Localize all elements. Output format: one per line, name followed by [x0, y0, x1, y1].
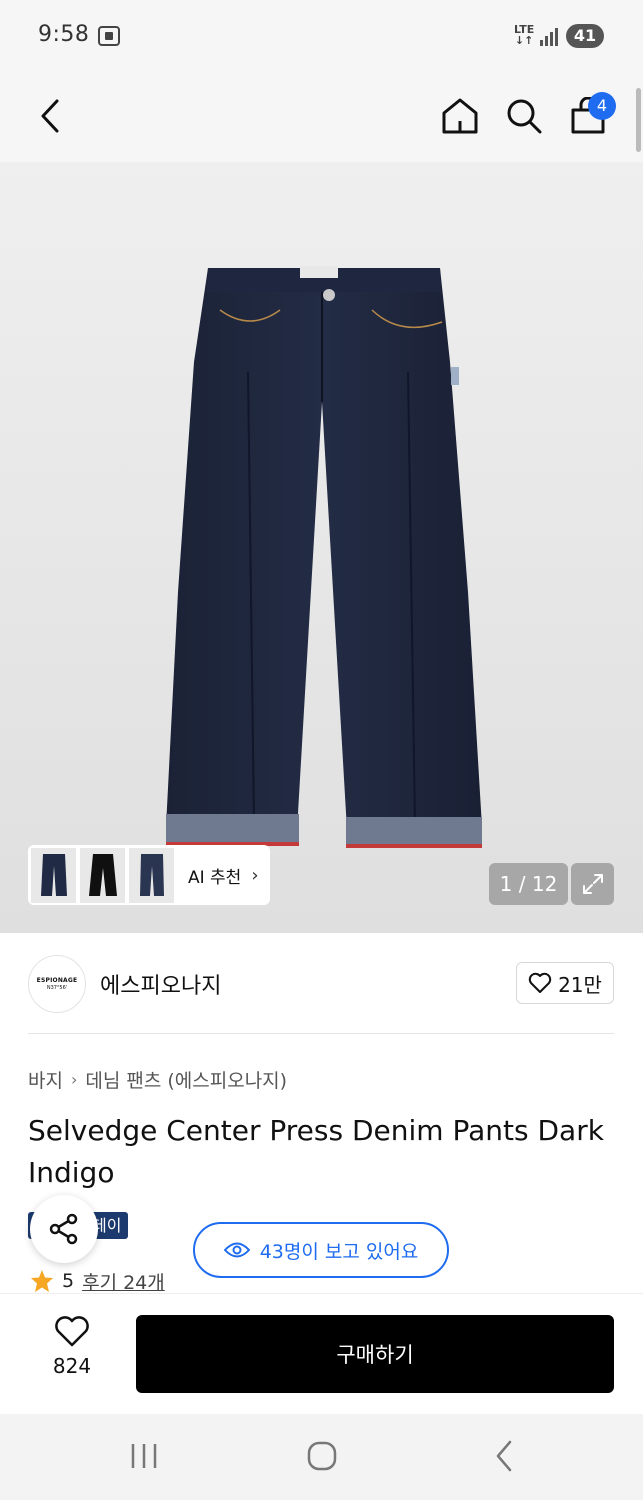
breadcrumb-subcategory[interactable]: 데님 팬츠 (에스피오나지)	[85, 1066, 287, 1093]
back-icon	[496, 1440, 512, 1472]
chevron-left-icon	[41, 99, 59, 133]
rating-score: 5	[62, 1270, 75, 1292]
heart-icon	[528, 972, 552, 993]
expand-icon	[582, 874, 603, 894]
ai-thumbnail[interactable]	[129, 847, 174, 903]
brand-logo-main-text: ESPIONAGE	[36, 977, 78, 984]
breadcrumb-category[interactable]: 바지	[28, 1066, 63, 1093]
home-system-button[interactable]	[300, 1436, 344, 1476]
heart-icon	[55, 1316, 89, 1347]
recent-apps-button[interactable]	[122, 1436, 166, 1476]
review-count-link[interactable]: 후기 24개	[82, 1268, 165, 1294]
back-system-button[interactable]	[482, 1436, 526, 1476]
chevron-right-icon: ›	[251, 864, 259, 886]
home-button[interactable]	[432, 88, 488, 144]
brand-logo-sub-text: N37°56'	[46, 985, 68, 991]
product-like-button[interactable]: 824	[36, 1316, 108, 1378]
system-navigation-bar	[0, 1414, 643, 1500]
brand-row: ESPIONAGE N37°56' 에스피오나지 21만	[28, 955, 614, 1013]
cart-button[interactable]: 4	[560, 88, 616, 144]
expand-image-button[interactable]	[571, 863, 614, 905]
search-button[interactable]	[496, 88, 552, 144]
ai-thumbnail[interactable]	[80, 847, 125, 903]
signal-icon	[540, 28, 560, 46]
top-navigation: 4	[0, 72, 643, 162]
pants-thumbnail-icon	[88, 854, 117, 896]
screenshot-indicator-icon	[98, 26, 120, 46]
pants-thumbnail-icon	[40, 854, 67, 896]
chevron-right-icon: ›	[70, 1070, 78, 1089]
product-image	[166, 266, 482, 848]
ai-thumbnail[interactable]	[31, 847, 76, 903]
network-indicator: LTE ↓↑	[514, 23, 535, 47]
ai-recommendation-card[interactable]: AI 추천 ›	[28, 845, 270, 905]
search-icon	[507, 99, 542, 134]
recent-apps-icon	[131, 1444, 157, 1468]
brand-name[interactable]: 에스피오나지	[100, 968, 221, 1000]
home-icon	[442, 98, 478, 134]
scrollbar[interactable]	[636, 88, 641, 152]
eye-icon	[223, 1242, 250, 1258]
buy-button[interactable]: 구매하기	[136, 1315, 614, 1393]
brand-like-button[interactable]: 21만	[516, 962, 614, 1004]
product-like-count: 824	[52, 1354, 92, 1378]
brand-logo[interactable]: ESPIONAGE N37°56'	[28, 955, 86, 1013]
ai-recommendation-label: AI 추천	[188, 867, 242, 888]
pants-thumbnail-icon	[139, 854, 164, 896]
status-bar: 9:58 LTE ↓↑ 41	[0, 0, 643, 72]
viewers-notice-pill: 43명이 보고 있어요	[193, 1222, 449, 1278]
viewers-text: 43명이 보고 있어요	[259, 1240, 419, 1263]
share-button[interactable]	[30, 1195, 98, 1263]
image-counter: 1 / 12	[489, 863, 568, 905]
status-time: 9:58	[38, 22, 90, 47]
rating-row[interactable]: 5 후기 24개	[30, 1268, 165, 1294]
share-icon	[49, 1213, 78, 1245]
product-title: Selvedge Center Press Denim Pants Dark I…	[28, 1114, 604, 1189]
divider	[28, 1033, 614, 1034]
brand-like-count: 21만	[558, 972, 602, 997]
product-image-gallery[interactable]: AI 추천 › 1 / 12	[0, 162, 643, 933]
home-circle-icon	[307, 1441, 337, 1471]
purchase-bar: 824 구매하기	[0, 1293, 643, 1414]
back-button[interactable]	[22, 88, 78, 144]
star-icon	[31, 1270, 53, 1292]
cart-count-badge: 4	[588, 92, 616, 120]
battery-indicator: 41	[566, 24, 604, 48]
breadcrumb: 바지 › 데님 팬츠 (에스피오나지)	[28, 1066, 287, 1093]
